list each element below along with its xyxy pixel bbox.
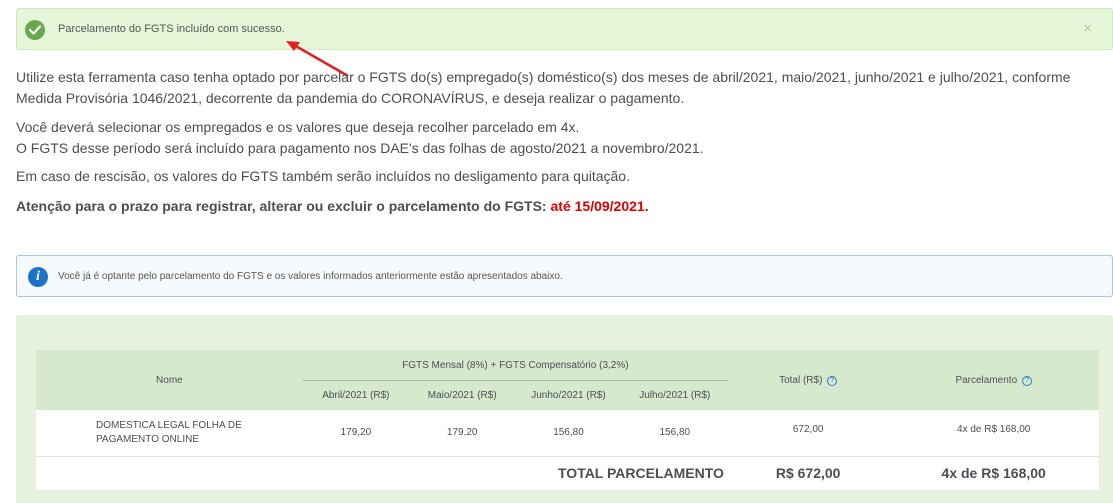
installments-panel: Nome FGTS Mensal (8%) + FGTS Compensatór…: [16, 315, 1113, 503]
value-may: 179,20: [409, 410, 516, 457]
column-header-installment-label: Parcelamento: [955, 374, 1018, 386]
row-total: 672,00: [727, 410, 889, 457]
column-header-total-label: Total (R$): [779, 374, 823, 386]
total-installment-label: TOTAL PARCELAMENTO: [558, 465, 724, 482]
column-group-header: FGTS Mensal (8%) + FGTS Compensatório (3…: [303, 350, 728, 380]
grand-total: R$ 672,00: [775, 465, 841, 482]
instructions-paragraph: Você deverá selecionar os empregados e o…: [16, 117, 1111, 159]
column-header-installment: Parcelamento ?: [888, 350, 1099, 410]
info-icon: i: [28, 267, 48, 287]
column-header-name: Nome: [156, 374, 183, 386]
instructions-line-1: Você deverá selecionar os empregados e o…: [16, 119, 580, 135]
instructions-line-2: O FGTS desse período será incluído para …: [16, 140, 704, 156]
info-message: Você já é optante pelo parcelamento do F…: [58, 271, 563, 282]
employee-name-line-1: DOMESTICA LEGAL FOLHA DE: [96, 419, 242, 431]
help-icon[interactable]: ?: [827, 375, 838, 386]
installments-table: Nome FGTS Mensal (8%) + FGTS Compensatór…: [36, 350, 1099, 490]
grand-installment: 4x de R$ 168,00: [941, 465, 1046, 482]
value-april: 179,20: [302, 410, 410, 457]
employee-name-cell: DOMESTICA LEGAL FOLHA DE PAGAMENTO ONLIN…: [36, 410, 303, 457]
info-alert: i Você já é optante pelo parcelamento do…: [16, 255, 1113, 297]
column-header-may: Maio/2021 (R$): [409, 379, 516, 410]
table-footer-row: TOTAL PARCELAMENTO R$ 672,00 4x de R$ 16…: [36, 456, 1099, 490]
success-message: Parcelamento do FGTS incluído com sucess…: [58, 23, 285, 35]
success-alert: Parcelamento do FGTS incluído com sucess…: [16, 8, 1113, 50]
row-installment: 4x de R$ 168,00: [888, 410, 1099, 457]
table-row: DOMESTICA LEGAL FOLHA DE PAGAMENTO ONLIN…: [36, 410, 1099, 457]
deadline-text: até 15/09/2021.: [550, 198, 649, 214]
employee-name-line-2: PAGAMENTO ONLINE: [96, 433, 199, 445]
column-header-april: Abril/2021 (R$): [302, 379, 410, 410]
termination-paragraph: Em caso de rescisão, os valores do FGTS …: [16, 168, 630, 184]
intro-paragraph: Utilize esta ferramenta caso tenha optad…: [16, 69, 1071, 106]
check-circle-icon: [25, 20, 45, 40]
column-group-label: FGTS Mensal (8%) + FGTS Compensatório (3…: [402, 360, 629, 372]
close-icon[interactable]: ×: [1083, 21, 1092, 36]
help-icon[interactable]: ?: [1021, 375, 1032, 386]
value-june: 156,80: [515, 410, 622, 457]
attention-text: Atenção para o prazo para registrar, alt…: [16, 198, 547, 214]
column-header-june: Junho/2021 (R$): [515, 379, 622, 410]
column-header-total: Total (R$) ?: [728, 350, 888, 410]
value-july: 156,80: [621, 410, 728, 457]
attention-paragraph: Atenção para o prazo para registrar, alt…: [16, 196, 1111, 217]
column-header-july: Julho/2021 (R$): [621, 379, 728, 410]
